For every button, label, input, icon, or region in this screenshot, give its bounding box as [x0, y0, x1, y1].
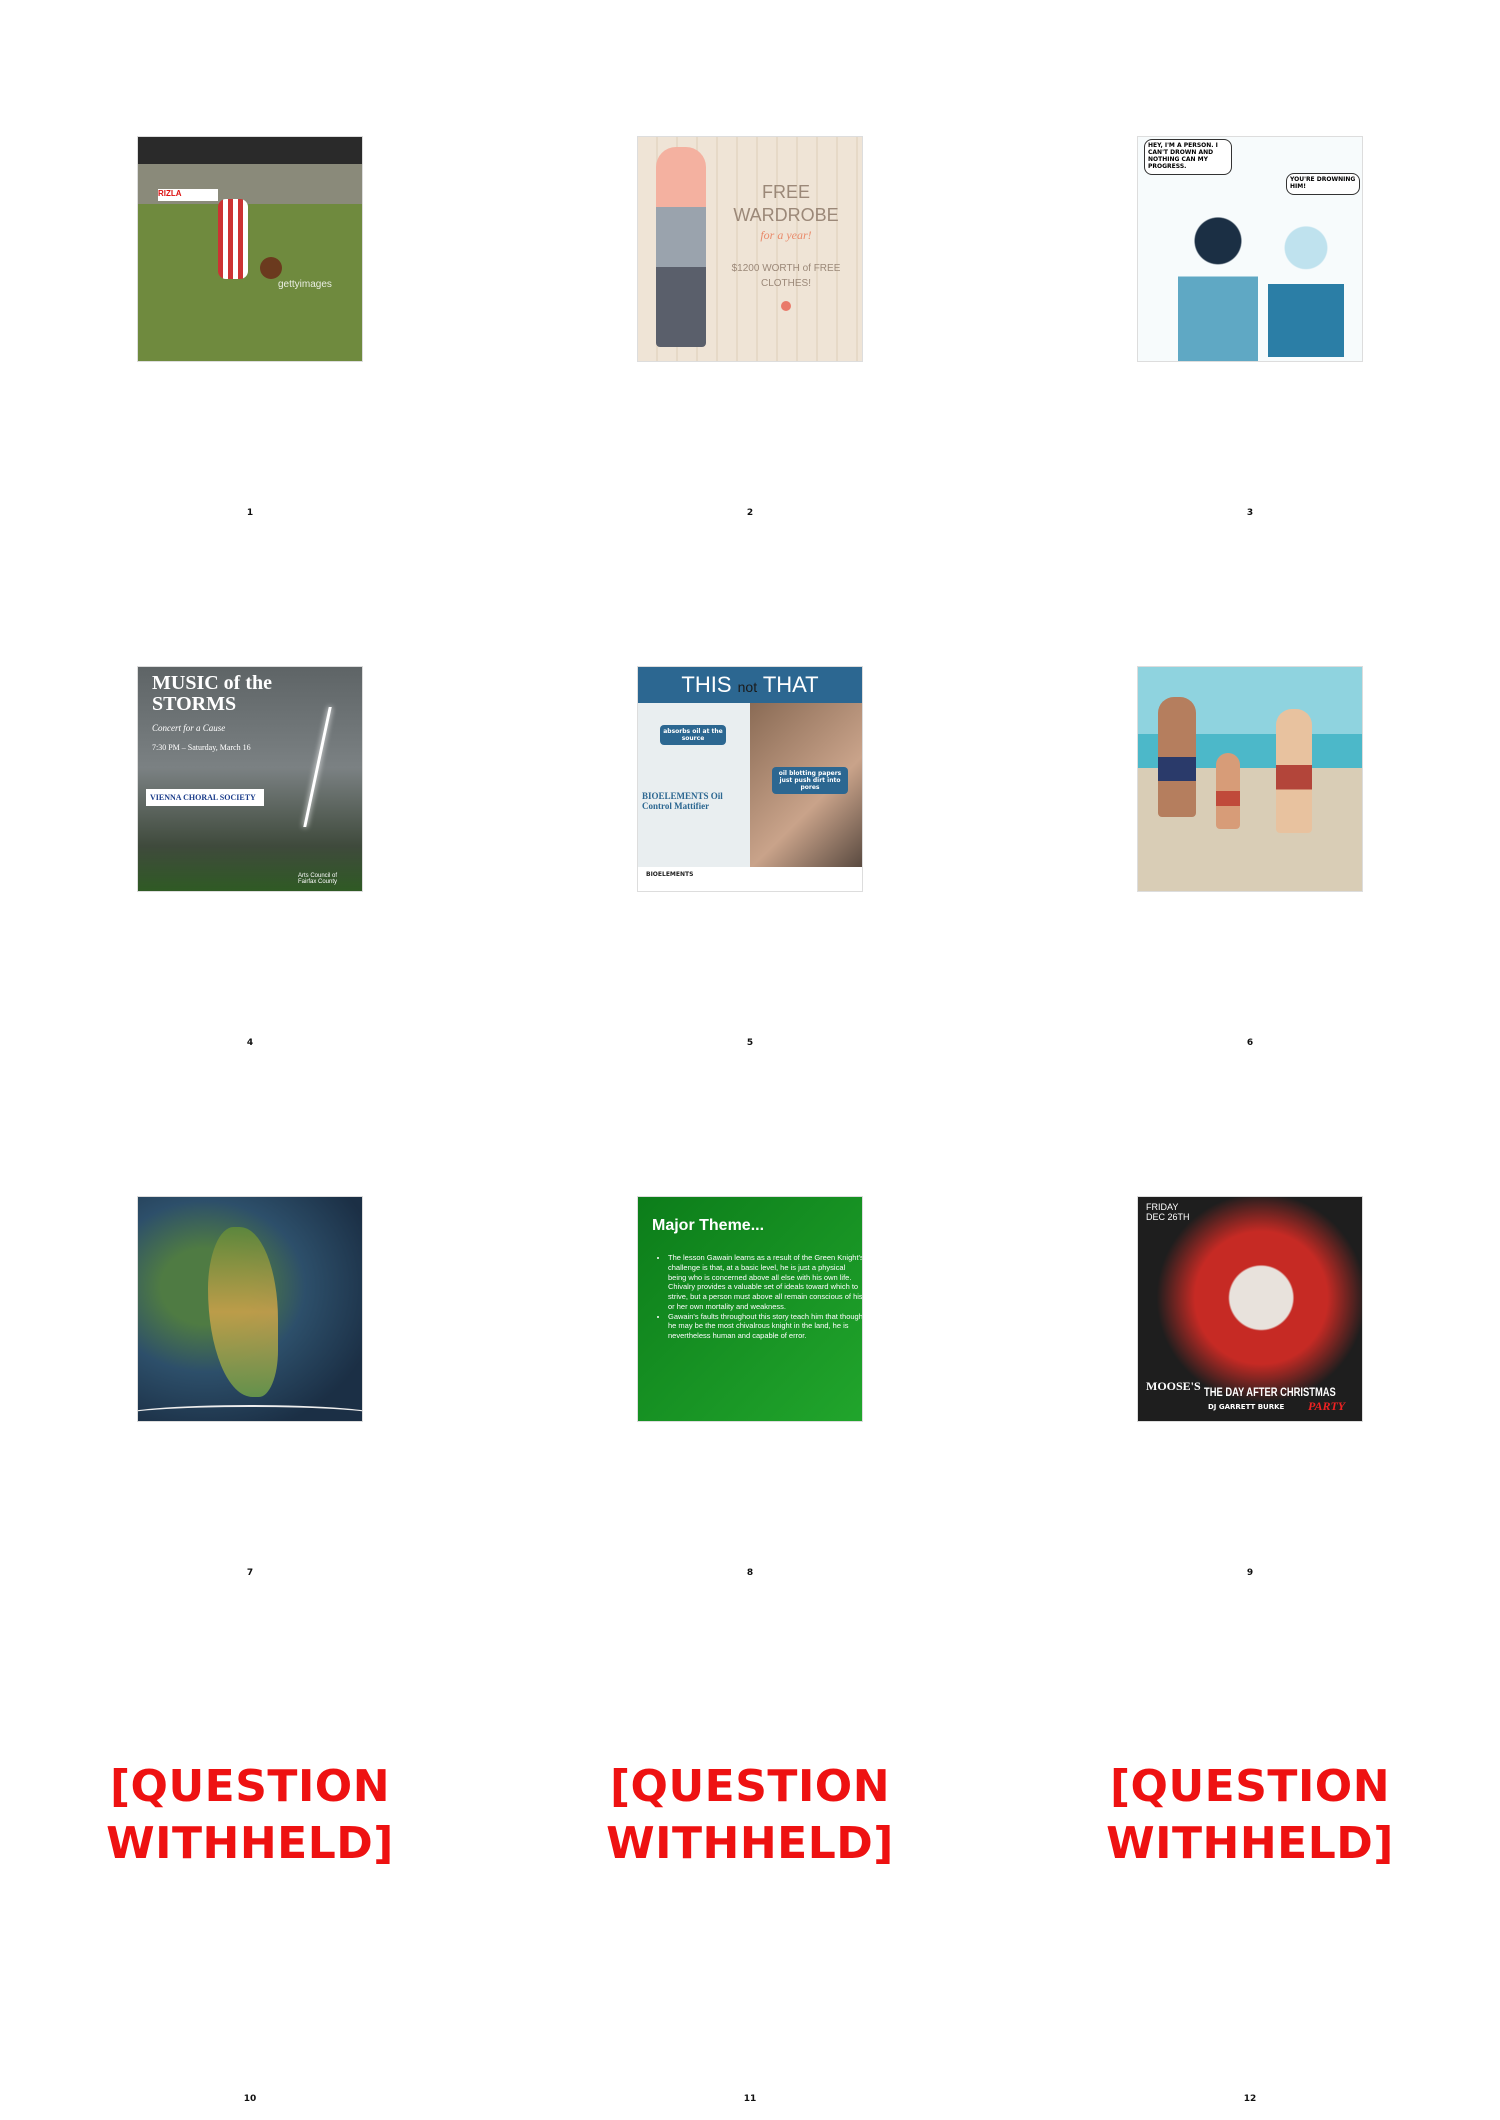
tile-number: 9 — [1246, 1568, 1254, 1578]
badge-right: oil blotting papers just push dirt into … — [772, 767, 848, 794]
ad-offer: $1200 WORTH of FREE CLOTHES! — [731, 262, 841, 289]
caption-text: [Question withheld] — [106, 1760, 394, 1869]
ad-footer: BIOELEMENTS — [646, 871, 694, 878]
header-this: THIS — [681, 672, 732, 697]
tile-2: FREE WARDROBE for a year! $1200 WORTH of… — [500, 137, 1000, 537]
speech-bubble-right: YOU'RE DROWNING HIM! — [1286, 173, 1360, 195]
tile-number: 1 — [246, 508, 254, 518]
tile-number: 6 — [1246, 1038, 1254, 1048]
tile-6: 6 — [1000, 667, 1500, 1067]
globe-edge — [138, 1405, 362, 1421]
tile-5: THIS not THAT absorbs oil at the source … — [500, 667, 1000, 1067]
tile-number: 4 — [246, 1038, 254, 1048]
comic-figure-left — [1178, 207, 1258, 361]
tile-3: HEY, I'M A PERSON. I CAN'T DROWN AND NOT… — [1000, 137, 1500, 537]
figure-adult-1 — [1158, 697, 1196, 817]
thumbnail-comic: HEY, I'M A PERSON. I CAN'T DROWN AND NOT… — [1138, 137, 1362, 361]
slide-title: Major Theme... — [652, 1217, 765, 1234]
tile-10: [Question withheld] 10 — [0, 1635, 500, 2115]
tile-number: 12 — [1243, 2094, 1257, 2104]
header-that: THAT — [762, 672, 819, 697]
tile-number: 7 — [246, 1568, 254, 1578]
thumbnail-wardrobe-ad: FREE WARDROBE for a year! $1200 WORTH of… — [638, 137, 862, 361]
header-not: not — [737, 679, 758, 695]
landmass — [208, 1227, 278, 1397]
tile-12: [Question withheld] 12 — [1000, 1635, 1500, 2115]
thumbnail-concert-poster: MUSIC of the STORMS Concert for a Cause … — [138, 667, 362, 891]
poster-title: THE DAY AFTER CHRISTMAS — [1204, 1385, 1336, 1399]
tile-number: 8 — [746, 1568, 754, 1578]
tile-number: 2 — [746, 508, 754, 518]
thumbnail-skincare-ad: THIS not THAT absorbs oil at the source … — [638, 667, 862, 891]
slide-bullets: The lesson Gawain learns as a result of … — [652, 1253, 862, 1341]
figure-child — [1216, 753, 1240, 829]
poster-org: VIENNA CHORAL SOCIETY — [146, 789, 264, 806]
poster-venue: MOOSE'S — [1146, 1379, 1201, 1393]
badge-left: absorbs oil at the source — [660, 725, 726, 745]
tile-4: MUSIC of the STORMS Concert for a Cause … — [0, 667, 500, 1067]
tile-number: 11 — [743, 2094, 757, 2104]
watermark-text: gettyimages — [278, 279, 332, 290]
poster-title: MUSIC of the STORMS — [152, 672, 272, 715]
tile-11: [Question withheld] 11 — [500, 1635, 1000, 2115]
ad-headline: FREE WARDROBE — [733, 182, 839, 226]
tile-1: RIZLA gettyimages 1 — [0, 137, 500, 537]
caption-text: [Question withheld] — [606, 1760, 894, 1869]
thumbnail-slide: Major Theme... The lesson Gawain learns … — [638, 1197, 862, 1421]
poster-date: FRIDAY DEC 26TH — [1146, 1202, 1190, 1222]
ad-heart-icon — [781, 300, 791, 311]
thumbnail-beach-family — [1138, 667, 1362, 891]
thumbnail-football: RIZLA gettyimages — [138, 137, 362, 361]
slide-bullet: The lesson Gawain learns as a result of … — [668, 1253, 862, 1312]
poster-subtitle: Concert for a Cause — [152, 723, 226, 733]
caption-text: [Question withheld] — [1106, 1760, 1394, 1869]
tile-number: 3 — [1246, 508, 1254, 518]
tile-8: Major Theme... The lesson Gawain learns … — [500, 1197, 1000, 1597]
comic-figure-right — [1268, 217, 1344, 357]
ad-header: THIS not THAT — [638, 667, 862, 703]
tile-number: 10 — [243, 2094, 257, 2104]
speech-bubble-left: HEY, I'M A PERSON. I CAN'T DROWN AND NOT… — [1144, 139, 1232, 175]
poster-footer: Arts Council of Fairfax County — [298, 873, 338, 885]
poster-party: PARTY — [1308, 1399, 1346, 1413]
thumbnail-party-poster: FRIDAY DEC 26TH MOOSE'S THE DAY AFTER CH… — [1138, 1197, 1362, 1421]
ad-sub: for a year! — [760, 227, 812, 242]
thumbnail-globe — [138, 1197, 362, 1421]
tile-9: FRIDAY DEC 26TH MOOSE'S THE DAY AFTER CH… — [1000, 1197, 1500, 1597]
figure-adult-2 — [1276, 709, 1312, 833]
poster-dj: DJ GARRETT BURKE — [1208, 1403, 1285, 1411]
lightning-bolt — [303, 707, 332, 827]
product-label: BIOELEMENTS Oil Control Mattifier — [642, 791, 723, 811]
poster-date: 7:30 PM – Saturday, March 16 — [152, 743, 251, 752]
tile-number: 5 — [746, 1038, 754, 1048]
slide-bullet: Gawain's faults throughout this story te… — [668, 1312, 862, 1341]
tile-7: 7 — [0, 1197, 500, 1597]
